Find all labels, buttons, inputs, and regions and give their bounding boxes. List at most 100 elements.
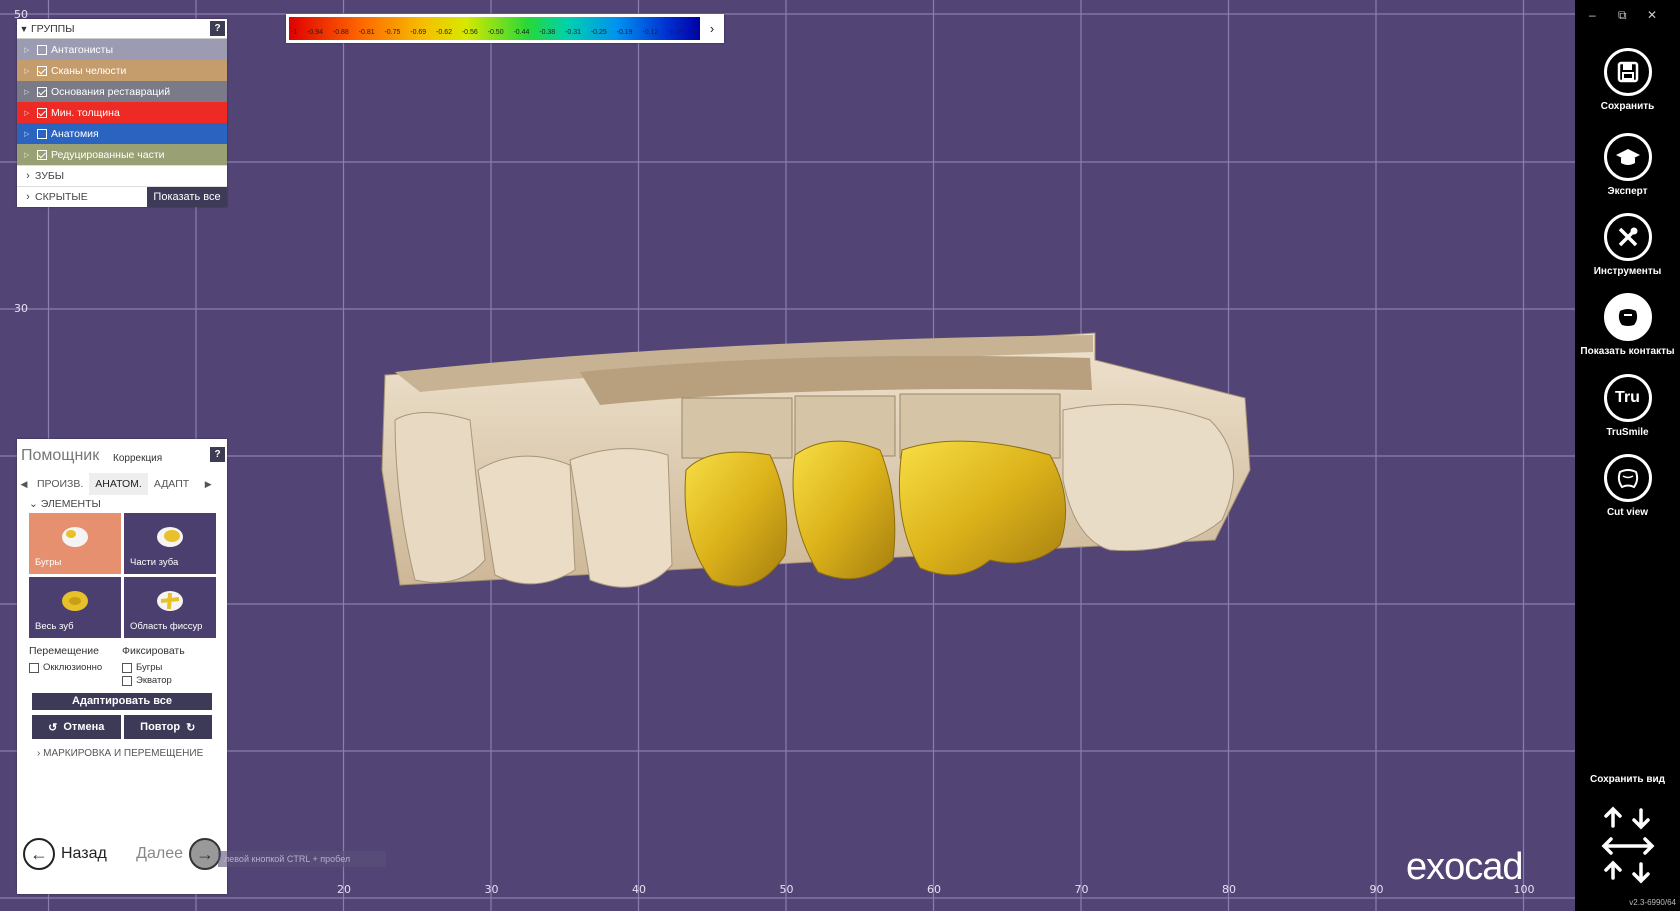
- equator-label: Экватор: [136, 675, 172, 686]
- tile-fissure-area[interactable]: Область фиссур: [124, 577, 216, 638]
- scale-tick-label: -0.38: [539, 29, 556, 36]
- expert-label: Эксперт: [1607, 186, 1648, 197]
- group-checkbox[interactable]: [37, 149, 47, 160]
- groups-panel: ▼ ГРУППЫ ? ▷ Антагонисты ▷ Сканы челюсти ▷ Ос…: [17, 19, 227, 207]
- tab-production[interactable]: ПРОИЗВ.: [31, 473, 89, 495]
- group-row[interactable]: ▷ Антагонисты: [17, 39, 227, 60]
- version-label: v2.3-6990/64: [1629, 898, 1676, 907]
- group-row[interactable]: ▷ Сканы челюсти: [17, 60, 227, 81]
- tabs-prev-icon[interactable]: ◀: [17, 479, 31, 490]
- exocad-logo: exocad: [1406, 846, 1524, 888]
- occlusal-checkbox-row[interactable]: Окклюзионно: [29, 662, 122, 673]
- group-row[interactable]: ▷ Редуцированные части: [17, 144, 227, 165]
- expert-button[interactable]: Эксперт: [1575, 133, 1680, 197]
- back-arrow-icon[interactable]: ←: [23, 838, 55, 870]
- redo-label: Повтор: [140, 721, 181, 733]
- cut-view-button[interactable]: Cut view: [1575, 454, 1680, 518]
- save-label: Сохранить: [1600, 101, 1655, 112]
- hint-tooltip: левой кнопкой CTRL + пробел: [218, 851, 386, 867]
- redo-icon: ↻: [186, 721, 196, 734]
- save-view-label[interactable]: Сохранить вид: [1575, 774, 1680, 785]
- wizard-navigation: ← Назад Далее →: [23, 836, 221, 872]
- scale-tick-label: -0.06: [668, 29, 685, 36]
- group-row[interactable]: ▷ Анатомия: [17, 123, 227, 144]
- scale-tick-label: -0.25: [590, 29, 607, 36]
- elements-label: ЭЛЕМЕНТЫ: [40, 498, 101, 510]
- trusmile-button[interactable]: Tru TruSmile: [1575, 374, 1680, 438]
- group-label: Антагонисты: [51, 43, 114, 56]
- scale-tick-label: -0.12: [642, 29, 659, 36]
- tools-label: Инструменты: [1593, 266, 1662, 277]
- group-checkbox[interactable]: [37, 86, 47, 97]
- hidden-section[interactable]: › СКРЫТЫЕ Показать все: [17, 186, 227, 207]
- floppy-disk-icon: [1603, 48, 1652, 96]
- groups-help-button[interactable]: ?: [210, 21, 225, 36]
- save-button[interactable]: Сохранить: [1575, 48, 1680, 112]
- cusps-checkbox-row[interactable]: Бугры: [122, 662, 215, 673]
- expand-triangle-icon[interactable]: ▷: [24, 130, 34, 138]
- view-arrows-icon[interactable]: [1601, 806, 1655, 886]
- whole-tooth-icon: [62, 591, 88, 611]
- tabs-next-icon[interactable]: ▶: [201, 479, 215, 490]
- dental-model[interactable]: [0, 0, 1575, 911]
- group-row[interactable]: ▷ Мин. толщина: [17, 102, 227, 123]
- redo-button[interactable]: Повтор ↻: [123, 715, 212, 739]
- expand-triangle-icon[interactable]: ▷: [24, 88, 34, 96]
- group-checkbox[interactable]: [37, 65, 47, 76]
- tile-fissure-area-label: Область фиссур: [130, 621, 203, 632]
- minimize-button[interactable]: –: [1589, 8, 1596, 22]
- show-all-button[interactable]: Показать все: [147, 187, 227, 207]
- restore-button[interactable]: ⧉: [1618, 8, 1627, 23]
- next-button[interactable]: Далее: [136, 845, 183, 863]
- scale-expand-arrow[interactable]: ›: [703, 17, 721, 40]
- marking-section[interactable]: › МАРКИРОВКА И ПЕРЕМЕЩЕНИЕ: [37, 748, 227, 759]
- adapt-all-button[interactable]: Адаптировать все: [32, 693, 212, 710]
- marking-label: МАРКИРОВКА И ПЕРЕМЕЩЕНИЕ: [43, 748, 204, 759]
- tab-adapt[interactable]: АДАПТ: [148, 473, 195, 495]
- expand-triangle-icon[interactable]: ▷: [24, 151, 34, 159]
- 3d-viewport[interactable]: 20 30 40 50 60 70 80 90 100 50 30 -1 -0.…: [0, 0, 1575, 911]
- show-contacts-button[interactable]: Показать контакты: [1575, 293, 1680, 357]
- close-button[interactable]: ✕: [1647, 8, 1657, 22]
- occlusal-checkbox[interactable]: [29, 662, 39, 673]
- undo-label: Отмена: [63, 721, 105, 733]
- back-button[interactable]: Назад: [61, 845, 107, 863]
- chevron-down-icon: ⌄: [29, 498, 41, 510]
- scale-tick-label: -0.69: [410, 29, 427, 36]
- tile-cusps[interactable]: Бугры: [29, 513, 121, 574]
- group-checkbox[interactable]: [37, 128, 47, 139]
- elements-section[interactable]: ⌄ ЭЛЕМЕНТЫ: [17, 495, 227, 513]
- tile-tooth-parts[interactable]: Части зуба: [124, 513, 216, 574]
- groups-header[interactable]: ▼ ГРУППЫ ?: [17, 19, 227, 39]
- assistant-help-button[interactable]: ?: [210, 447, 225, 462]
- assistant-header: Помощник Коррекция ?: [17, 439, 227, 469]
- tile-whole-tooth[interactable]: Весь зуб: [29, 577, 121, 638]
- equator-checkbox[interactable]: [122, 675, 132, 686]
- group-row[interactable]: ▷ Основания реставраций: [17, 81, 227, 102]
- cusps-checkbox[interactable]: [122, 662, 132, 673]
- graduation-cap-icon: [1603, 133, 1652, 181]
- scale-tick-label: -0.81: [358, 29, 375, 36]
- tools-button[interactable]: Инструменты: [1575, 213, 1680, 277]
- expand-triangle-icon[interactable]: ▷: [24, 109, 34, 117]
- equator-checkbox-row[interactable]: Экватор: [122, 675, 215, 686]
- expand-triangle-icon[interactable]: ▷: [24, 46, 34, 54]
- trusmile-icon: Tru: [1603, 374, 1652, 422]
- color-gradient: -1 -0.94 -0.88 -0.81 -0.75 -0.69 -0.62 -0.56 -0.…: [289, 17, 700, 40]
- scale-tick-label: -0.88: [332, 29, 349, 36]
- group-label: Редуцированные части: [51, 148, 165, 161]
- fix-label: Фиксировать: [122, 645, 185, 657]
- tab-anatomy[interactable]: АНАТОМ.: [89, 473, 148, 495]
- assistant-subtitle: Коррекция: [113, 453, 163, 464]
- group-checkbox[interactable]: [37, 107, 47, 118]
- group-label: Основания реставраций: [51, 85, 171, 98]
- group-checkbox[interactable]: [37, 44, 47, 55]
- cut-view-label: Cut view: [1606, 507, 1649, 518]
- scale-tick-label: -0.56: [461, 29, 478, 36]
- undo-button[interactable]: ↺ Отмена: [32, 715, 121, 739]
- scale-tick-label: -0.44: [513, 29, 530, 36]
- next-arrow-icon[interactable]: →: [189, 838, 221, 870]
- expand-triangle-icon[interactable]: ▷: [24, 67, 34, 75]
- teeth-section[interactable]: › ЗУБЫ: [17, 165, 227, 186]
- scale-tick-label: -0.50: [487, 29, 504, 36]
